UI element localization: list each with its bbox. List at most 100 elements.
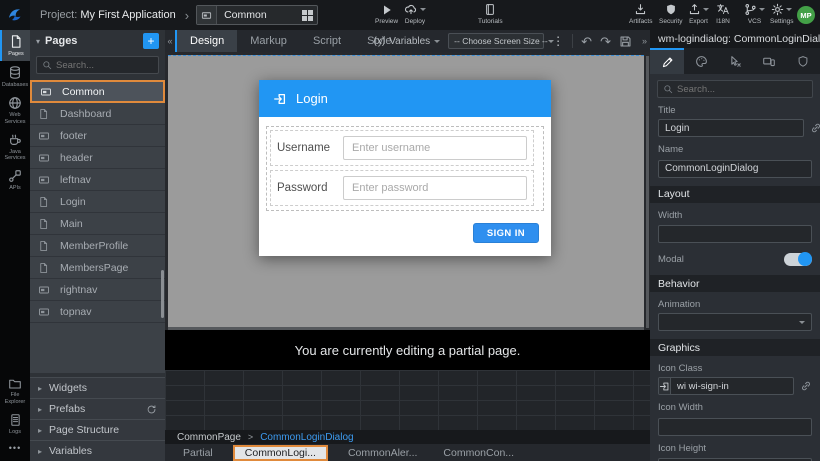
partial-page-icon <box>197 6 217 24</box>
tab-security[interactable] <box>786 48 820 74</box>
rail-item-pages[interactable]: Pages <box>0 30 30 61</box>
section-page-structure[interactable]: ▸ Page Structure <box>30 419 165 440</box>
pages-panel: ▾ Pages + Common Dashboard footer header… <box>30 30 165 461</box>
collapse-left-panel-button[interactable]: « <box>165 30 175 52</box>
page-item-rightnav[interactable]: rightnav <box>30 279 165 301</box>
login-form-container[interactable]: Username Password <box>266 126 544 211</box>
caret-down-icon <box>799 321 805 324</box>
upload-icon <box>688 2 709 16</box>
rail-item-databases[interactable]: Databases <box>0 61 30 92</box>
collapse-right-panel-button[interactable]: » <box>642 36 647 46</box>
i18n-button[interactable]: I18N <box>716 2 730 25</box>
vcs-button[interactable]: VCS <box>744 2 765 25</box>
user-avatar[interactable]: MP <box>797 6 815 24</box>
screen-size-select[interactable]: -- Choose Screen Size -- <box>448 33 544 49</box>
page-icon <box>38 218 52 230</box>
properties-search-input[interactable] <box>677 84 807 95</box>
width-input[interactable] <box>658 225 812 243</box>
login-dialog[interactable]: Login Username Password SIGN IN <box>259 80 551 256</box>
bottom-tab-commonalertdialog[interactable]: CommonAler... <box>342 446 423 460</box>
deploy-button[interactable]: Deploy <box>404 2 426 25</box>
refresh-icon[interactable] <box>146 404 157 415</box>
page-selector[interactable]: Common <box>196 5 318 25</box>
bind-link-icon[interactable] <box>800 380 812 392</box>
tab-script[interactable]: Script <box>300 30 354 52</box>
breadcrumb-commonpage[interactable]: CommonPage <box>177 432 241 443</box>
canvas-vertical-scrollbar[interactable] <box>646 56 649 328</box>
grid-icon[interactable] <box>297 10 317 21</box>
undo-button[interactable]: ↶ <box>581 35 592 48</box>
editor-area: « Design Markup Script Style (x) Variabl… <box>165 30 650 461</box>
more-menu-button[interactable]: ⋮ <box>552 34 564 48</box>
rail-item-web-services[interactable]: Web Services <box>0 92 30 129</box>
section-widgets[interactable]: ▸ Widgets <box>30 377 165 398</box>
tab-properties[interactable] <box>650 48 684 74</box>
page-item-header[interactable]: header <box>30 147 165 169</box>
rail-item-apis[interactable]: APIs <box>0 165 30 195</box>
log-file-icon <box>9 413 22 427</box>
tab-devices[interactable] <box>752 48 786 74</box>
rail-item-logs[interactable]: Logs <box>0 409 30 439</box>
tab-design[interactable]: Design <box>175 30 237 52</box>
redo-button[interactable]: ↷ <box>600 35 611 48</box>
variables-button[interactable]: (x) Variables <box>374 36 441 47</box>
tab-markup[interactable]: Markup <box>237 30 300 52</box>
page-item-topnav[interactable]: topnav <box>30 301 165 323</box>
security-button[interactable]: Security <box>659 2 682 25</box>
partial-icon <box>38 284 52 296</box>
bottom-tab-commonlogindialog[interactable]: CommonLogi... <box>233 445 328 461</box>
icon-class-group <box>658 377 794 395</box>
animation-select[interactable] <box>658 313 812 331</box>
page-item-login[interactable]: Login <box>30 191 165 213</box>
username-input[interactable] <box>343 136 527 160</box>
preview-button[interactable]: Preview <box>375 2 398 25</box>
variables-icon: (x) <box>374 36 386 47</box>
pages-search-input[interactable] <box>56 60 153 71</box>
page-item-common[interactable]: Common <box>30 80 165 103</box>
pages-panel-sections: ▸ Widgets ▸ Prefabs ▸ Page Structure ▸ V… <box>30 377 165 461</box>
design-canvas[interactable]: Login Username Password SIGN IN <box>165 52 650 330</box>
bottom-tab-commonconfirmdialog[interactable]: CommonCon... <box>437 446 520 460</box>
pages-panel-header[interactable]: ▾ Pages + <box>30 30 165 52</box>
name-input[interactable] <box>658 160 812 178</box>
save-button[interactable] <box>619 35 632 48</box>
page-item-memberspage[interactable]: MembersPage <box>30 257 165 279</box>
section-prefabs[interactable]: ▸ Prefabs <box>30 398 165 419</box>
username-row[interactable]: Username <box>270 130 534 166</box>
icon-width-input[interactable] <box>658 418 812 436</box>
sign-in-button[interactable]: SIGN IN <box>473 223 539 243</box>
password-row[interactable]: Password <box>270 170 534 206</box>
chevron-right-icon: › <box>185 8 189 23</box>
page-icon <box>38 196 52 208</box>
toggle-knob <box>798 252 812 266</box>
tab-styles[interactable] <box>684 48 718 74</box>
rail-overflow-button[interactable]: ••• <box>0 439 30 457</box>
page-item-leftnav[interactable]: leftnav <box>30 169 165 191</box>
modal-toggle[interactable] <box>784 253 812 266</box>
tab-events[interactable] <box>718 48 752 74</box>
properties-search[interactable] <box>657 80 813 98</box>
bind-link-icon[interactable] <box>810 122 820 134</box>
page-item-memberprofile[interactable]: MemberProfile <box>30 235 165 257</box>
rail-item-java-services[interactable]: Java Services <box>0 129 30 166</box>
page-item-dashboard[interactable]: Dashboard <box>30 103 165 125</box>
pages-list-scrollbar[interactable] <box>161 270 164 318</box>
breadcrumb-commonlogindialog[interactable]: CommonLoginDialog <box>260 432 353 443</box>
title-input[interactable] <box>658 119 804 137</box>
page-item-footer[interactable]: footer <box>30 125 165 147</box>
download-icon <box>634 2 647 16</box>
artifacts-button[interactable]: Artifacts <box>629 2 652 25</box>
settings-button[interactable]: Settings <box>770 2 794 25</box>
tutorials-button[interactable]: Tutorials <box>478 2 503 25</box>
rail-item-file-explorer[interactable]: File Explorer <box>0 373 30 409</box>
add-page-button[interactable]: + <box>143 33 159 49</box>
page-item-main[interactable]: Main <box>30 213 165 235</box>
icon-class-input[interactable] <box>671 378 794 394</box>
app-logo-icon[interactable] <box>0 0 30 30</box>
pages-search[interactable] <box>36 56 159 74</box>
export-button[interactable]: Export <box>688 2 709 25</box>
icon-width-label: Icon Width <box>658 402 812 413</box>
bottom-tab-partial[interactable]: Partial <box>177 446 219 460</box>
password-input[interactable] <box>343 176 527 200</box>
section-variables[interactable]: ▸ Variables <box>30 440 165 461</box>
